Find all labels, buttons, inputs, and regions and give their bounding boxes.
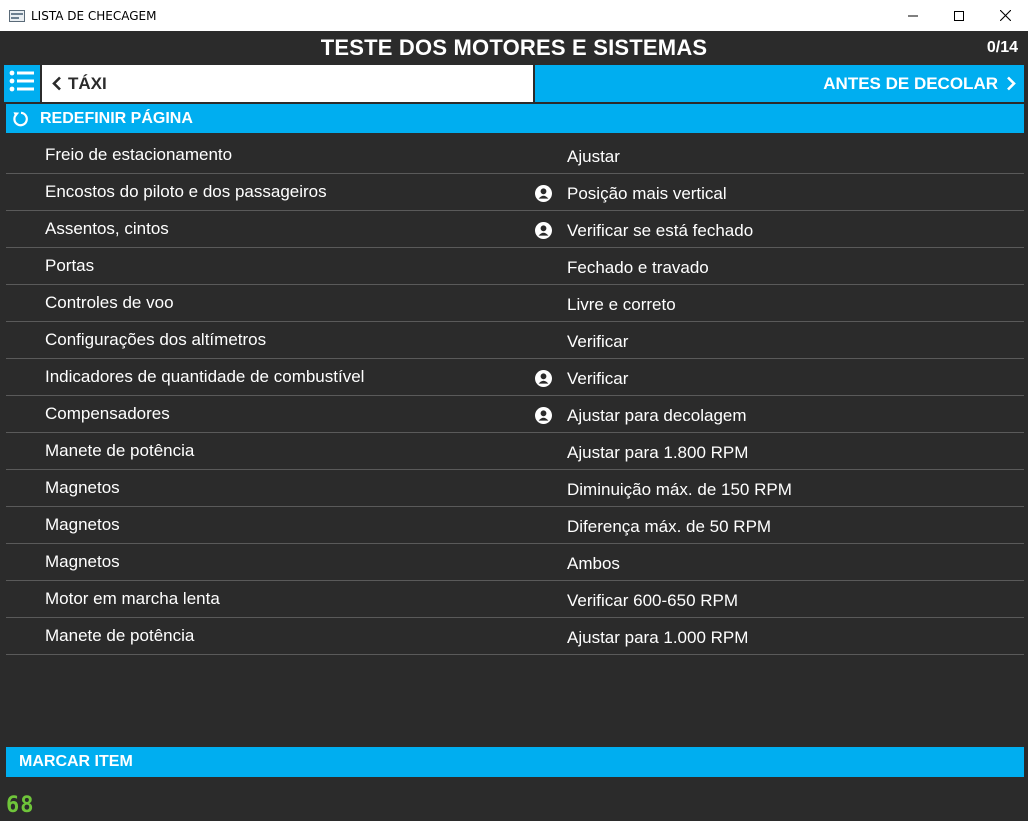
checklist-item-action: Verificar 600-650 RPM <box>567 591 739 610</box>
checklist-menu-button[interactable] <box>4 65 40 102</box>
checklist-item-label: Magnetos <box>45 515 120 534</box>
fps-value: 68 <box>6 793 35 815</box>
checklist-item-label: Magnetos <box>45 552 120 571</box>
checklist-item-label: Motor em marcha lenta <box>45 589 220 608</box>
checklist-item-label: Compensadores <box>45 404 170 423</box>
page-title: TESTE DOS MOTORES E SISTEMAS <box>320 35 708 60</box>
progress-counter: 0/14 <box>986 39 1018 56</box>
chevron-right-icon <box>1006 76 1016 91</box>
checklist-item-action: Verificar <box>567 369 629 388</box>
previous-checklist-button[interactable]: TÁXI <box>42 65 533 102</box>
checklist-item-label: Assentos, cintos <box>45 219 169 238</box>
checklist-item-label: Portas <box>45 256 95 275</box>
fps-digits: 68 <box>6 793 35 815</box>
person-icon <box>535 185 552 202</box>
next-checklist-label: ANTES DE DECOLAR <box>823 73 998 93</box>
checklist-row[interactable]: Freio de estacionamento Ajustar <box>6 137 1024 174</box>
app-icon <box>9 9 25 22</box>
checklist-row[interactable]: Indicadores de quantidade de combustível… <box>6 359 1024 396</box>
checklist-item-action: Diminuição máx. de 150 RPM <box>567 480 792 499</box>
maximize-icon[interactable] <box>936 0 982 31</box>
checklist-item-action: Verificar se está fechado <box>567 221 754 240</box>
checklist-item-label: Freio de estacionamento <box>45 145 233 164</box>
checklist-item-action: Ajustar para 1.800 RPM <box>567 443 749 462</box>
checklist-item-label: Manete de potência <box>45 441 195 460</box>
person-icon <box>535 222 552 239</box>
checklist-row[interactable]: Compensadores Ajustar para decolagem <box>6 396 1024 433</box>
checklist-items: Freio de estacionamento Ajustar Encostos d… <box>6 137 1024 655</box>
checklist-item-action: Posição mais vertical <box>567 184 727 203</box>
checklist-row[interactable]: Magnetos Diferença máx. de 50 RPM <box>6 507 1024 544</box>
reset-icon <box>12 110 30 128</box>
minimize-icon[interactable] <box>890 0 936 31</box>
checklist-item-action: Verificar <box>567 332 629 351</box>
checklist-row[interactable]: Magnetos Ambos <box>6 544 1024 581</box>
checklist-item-label: Indicadores de quantidade de combustível <box>45 367 365 386</box>
previous-checklist-label: TÁXI <box>68 73 107 93</box>
checklist-item-action: Ajustar para decolagem <box>567 406 747 425</box>
checklist-row[interactable]: Assentos, cintos Verificar se está fechad… <box>6 211 1024 248</box>
checklist-item-label: Manete de potência <box>45 626 195 645</box>
checklist-item-label: Magnetos <box>45 478 120 497</box>
mark-item-label: MARCAR ITEM <box>19 753 133 770</box>
checklist-row[interactable]: Motor em marcha lenta Verificar 600-650 R… <box>6 581 1024 618</box>
navigation-bar: TÁXI ANTES DE DECOLAR <box>2 65 1026 102</box>
checklist-item-action: Fechado e travado <box>567 258 709 277</box>
fps-counter: 68 <box>6 793 42 815</box>
checklist-item-action: Ajustar para 1.000 RPM <box>567 628 749 647</box>
header: TESTE DOS MOTORES E SISTEMAS 0/14 <box>2 31 1026 64</box>
checklist-row[interactable]: Magnetos Diminuição máx. de 150 RPM <box>6 470 1024 507</box>
next-checklist-button[interactable]: ANTES DE DECOLAR <box>535 65 1024 102</box>
checklist-item-label: Configurações dos altímetros <box>45 330 267 349</box>
reset-page-button[interactable]: REDEFINIR PÁGINA <box>6 104 1024 133</box>
checklist-item-label: Controles de voo <box>45 293 174 312</box>
checklist-row[interactable]: Portas Fechado e travado <box>6 248 1024 285</box>
checklist-row[interactable]: Manete de potência Ajustar para 1.000 RPM <box>6 618 1024 655</box>
checklist-row[interactable]: Encostos do piloto e dos passageiros Posi… <box>6 174 1024 211</box>
checklist-item-label: Encostos do piloto e dos passageiros <box>45 182 327 201</box>
checklist-item-action: Livre e correto <box>567 295 676 314</box>
mark-item-button[interactable]: MARCAR ITEM <box>6 747 1024 777</box>
checklist-item-action: Ajustar <box>567 147 620 166</box>
checklist-item-action: Ambos <box>567 554 620 573</box>
reset-page-label: REDEFINIR PÁGINA <box>40 109 193 127</box>
window-titlebar: LISTA DE CHECAGEM <box>0 0 1028 31</box>
checklist-row[interactable]: Manete de potência Ajustar para 1.800 RPM <box>6 433 1024 470</box>
checklist-app: TESTE DOS MOTORES E SISTEMAS 0/14 TÁXI A… <box>2 31 1026 819</box>
person-icon <box>535 370 552 387</box>
list-icon <box>9 70 35 97</box>
checklist-row[interactable]: Configurações dos altímetros Verificar <box>6 322 1024 359</box>
person-icon <box>535 407 552 424</box>
chevron-left-icon <box>52 76 62 91</box>
close-icon[interactable] <box>982 0 1028 31</box>
checklist-item-action: Diferença máx. de 50 RPM <box>567 517 772 536</box>
window-title: LISTA DE CHECAGEM <box>31 8 157 23</box>
checklist-row[interactable]: Controles de voo Livre e correto <box>6 285 1024 322</box>
